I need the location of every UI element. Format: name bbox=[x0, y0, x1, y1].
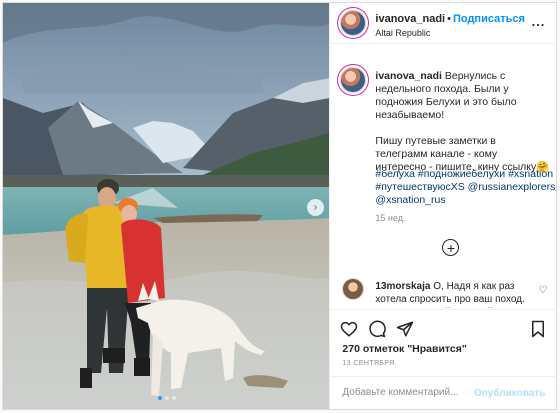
header-user-line: ivanova_nadi • Подписаться bbox=[375, 13, 525, 25]
post-sidebar: ivanova_nadi • Подписаться Altai Republic … bbox=[329, 3, 558, 410]
follow-button[interactable]: Подписаться bbox=[453, 13, 525, 25]
caption-age: 15 нед. bbox=[375, 213, 406, 223]
more-options-icon[interactable]: ... bbox=[532, 14, 546, 29]
carousel-indicator bbox=[158, 396, 176, 400]
load-more-comments-button[interactable]: + bbox=[442, 239, 460, 256]
comment-text: 13morskaja О, Надя я как раз хотела спро… bbox=[375, 280, 535, 308]
caption-username[interactable]: ivanova_nadi bbox=[375, 70, 442, 82]
caption-hashtags[interactable]: #белуха #подножиебелухи #xsnation #путеш… bbox=[375, 168, 555, 207]
carousel-dot bbox=[158, 396, 162, 400]
likes-count[interactable]: 270 отметок "Нравится" bbox=[342, 343, 466, 355]
bookmark-icon[interactable] bbox=[529, 320, 547, 338]
publish-button[interactable]: Опубликовать bbox=[474, 388, 545, 399]
add-comment-input[interactable] bbox=[342, 387, 473, 398]
comment-username[interactable]: 13morskaja bbox=[375, 281, 430, 292]
carousel-dot bbox=[165, 396, 169, 400]
header-separator: • bbox=[447, 13, 451, 25]
post-date: 13 СЕНТЯБРЯ bbox=[342, 360, 395, 367]
location-link[interactable]: Altai Republic bbox=[375, 28, 430, 38]
header-username[interactable]: ivanova_nadi bbox=[375, 13, 445, 25]
heart-icon[interactable] bbox=[340, 320, 358, 338]
chevron-right-icon: › bbox=[313, 202, 318, 213]
caption-text: ivanova_nadi Вернулись с недельного похо… bbox=[375, 70, 550, 174]
author-avatar[interactable] bbox=[340, 10, 367, 36]
comment-like-heart-icon[interactable]: ♡ bbox=[538, 284, 547, 297]
paper-plane-icon[interactable] bbox=[396, 320, 414, 338]
carousel-next-button[interactable]: › bbox=[307, 199, 324, 216]
post-actions-bar: 270 отметок "Нравится" 13 СЕНТЯБРЯ Опубл… bbox=[330, 309, 558, 410]
commenter-avatar[interactable] bbox=[342, 278, 365, 300]
post-header: ivanova_nadi • Подписаться Altai Republic … bbox=[330, 3, 558, 44]
post-photo[interactable]: › bbox=[3, 3, 330, 409]
add-comment-bar: Опубликовать bbox=[330, 376, 558, 410]
comment-item: 13morskaja О, Надя я как раз хотела спро… bbox=[342, 278, 549, 308]
caption-avatar[interactable] bbox=[340, 67, 367, 93]
instagram-post-dialog: › ivanova_nadi • Подписаться Altai Republi… bbox=[2, 2, 558, 410]
landscape-photo bbox=[3, 3, 330, 409]
carousel-dot bbox=[172, 396, 176, 400]
comment-icon[interactable] bbox=[368, 320, 387, 338]
